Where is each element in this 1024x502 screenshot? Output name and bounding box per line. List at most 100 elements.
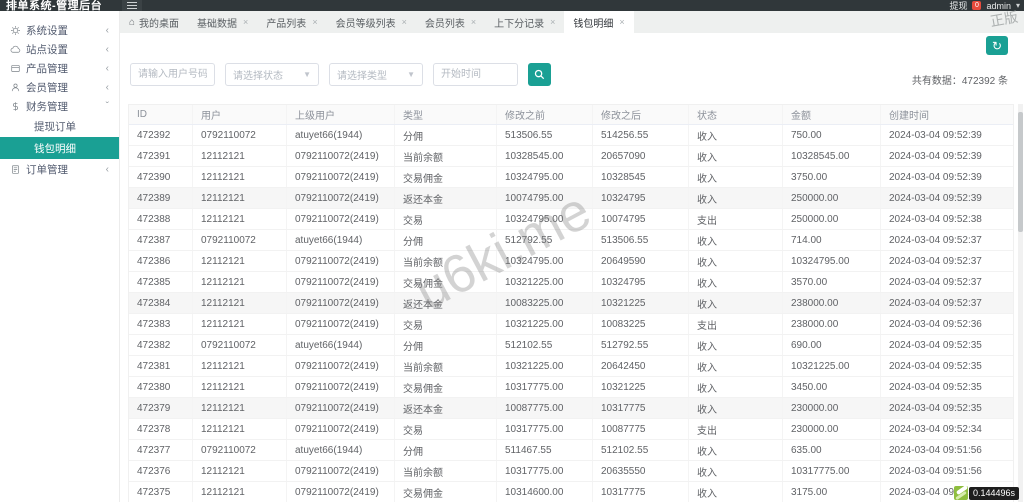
refresh-button[interactable]: ↻: [986, 36, 1008, 55]
table-cell: 238000.00: [783, 314, 881, 334]
table-cell: 238000.00: [783, 293, 881, 313]
close-icon[interactable]: ×: [312, 17, 317, 27]
sidebar-subitem[interactable]: 钱包明细: [0, 137, 119, 159]
close-icon[interactable]: ×: [471, 17, 476, 27]
chevron-left-icon: ‹: [105, 44, 109, 55]
table-row[interactable]: 472382 0792110072 atuyet66(1944) 分佣 512102.5…: [129, 335, 1013, 356]
member-icon: [10, 82, 26, 93]
table-row[interactable]: 472376 12112121 0792110072(2419) 当前余额 103177…: [129, 461, 1013, 482]
table-cell: 交易佣金: [395, 377, 497, 397]
table-cell: 3750.00: [783, 167, 881, 187]
table-cell: 0792110072(2419): [287, 293, 395, 313]
table-cell: 513506.55: [497, 125, 593, 145]
close-icon[interactable]: ×: [550, 17, 555, 27]
table-cell: 收入: [689, 461, 783, 481]
table-cell: 472382: [129, 335, 193, 355]
table-cell: 472385: [129, 272, 193, 292]
table-cell: 当前余额: [395, 461, 497, 481]
sidebar-item-order[interactable]: 订单管理 ‹: [0, 160, 119, 179]
tab-3[interactable]: 产品列表 ×: [257, 11, 326, 33]
table-cell: 2024-03-04 09:52:36: [889, 318, 982, 330]
table-row[interactable]: 472383 12112121 0792110072(2419) 交易 10321225…: [129, 314, 1013, 335]
table-cell: 472389: [129, 188, 193, 208]
main-content: ↻ 请选择状态 ▼ 请选择类型 ▼ 共有数据：472392 条 ID用户上级用户…: [120, 33, 1024, 502]
tab-5[interactable]: 会员列表 ×: [416, 11, 485, 33]
sidebar-item-label: 会员管理: [26, 82, 68, 94]
hamburger-menu-icon[interactable]: [122, 0, 142, 11]
tab-2[interactable]: 基础数据 ×: [188, 11, 257, 33]
sidebar-item-member[interactable]: 会员管理 ‹: [0, 78, 119, 97]
chevron-down-icon: ▾: [1015, 1, 1020, 10]
table-cell: 0792110072(2419): [287, 314, 395, 334]
table-cell: 10317775.00: [497, 377, 593, 397]
debug-toolbar[interactable]: 0.144496s: [953, 486, 1019, 500]
table-row[interactable]: 472375 12112121 0792110072(2419) 交易佣金 103146…: [129, 482, 1013, 502]
table-cell: 10317775.00: [783, 461, 881, 481]
close-icon[interactable]: ×: [402, 17, 407, 27]
table-cell: 10321225: [593, 293, 689, 313]
type-select[interactable]: 请选择类型 ▼: [329, 63, 423, 86]
table-cell: 收入: [689, 482, 783, 502]
tab-4[interactable]: 会员等级列表 ×: [327, 11, 416, 33]
scrollbar-thumb[interactable]: [1018, 112, 1023, 232]
table-cell: 10321225.00: [497, 356, 593, 376]
table-row[interactable]: 472384 12112121 0792110072(2419) 返还本金 100832…: [129, 293, 1013, 314]
table-row[interactable]: 472381 12112121 0792110072(2419) 当前余额 103212…: [129, 356, 1013, 377]
close-icon[interactable]: ×: [243, 17, 248, 27]
status-select[interactable]: 请选择状态 ▼: [225, 63, 319, 86]
table-cell: 10083225: [593, 314, 689, 334]
sidebar-subitem[interactable]: 提现订单: [0, 116, 119, 136]
table-row[interactable]: 472391 12112121 0792110072(2419) 当前余额 103285…: [129, 146, 1013, 167]
table-cell: 收入: [689, 293, 783, 313]
table-row[interactable]: 472379 12112121 0792110072(2419) 返还本金 100877…: [129, 398, 1013, 419]
chevron-left-icon: ‹: [105, 164, 109, 175]
table-cell: 250000.00: [783, 188, 881, 208]
table-body: 472392 0792110072 atuyet66(1944) 分佣 513506.5…: [129, 125, 1013, 502]
table-cell: 2024-03-04 09:52:35: [889, 339, 982, 351]
user-menu[interactable]: admin: [986, 1, 1011, 11]
table-cell: 12112121: [193, 419, 287, 439]
withdraw-badge: 0: [972, 1, 982, 10]
tab-1[interactable]: ⌂ 我的桌面: [120, 11, 188, 33]
table-scrollbar: [1018, 104, 1023, 502]
table-row[interactable]: 472387 0792110072 atuyet66(1944) 分佣 512792.5…: [129, 230, 1013, 251]
table-row[interactable]: 472390 12112121 0792110072(2419) 交易佣金 103247…: [129, 167, 1013, 188]
close-icon[interactable]: ×: [619, 17, 624, 27]
table-cell: 472392: [129, 125, 193, 145]
tab-7[interactable]: 钱包明细 ×: [564, 11, 634, 33]
table-row[interactable]: 472380 12112121 0792110072(2419) 交易佣金 103177…: [129, 377, 1013, 398]
thinkphp-leaf-icon: [953, 486, 968, 500]
table-row[interactable]: 472377 0792110072 atuyet66(1944) 分佣 511467.5…: [129, 440, 1013, 461]
table-cell: 2024-03-04 09:52:35: [889, 360, 982, 372]
user-number-input[interactable]: [130, 63, 215, 86]
table-row[interactable]: 472392 0792110072 atuyet66(1944) 分佣 513506.5…: [129, 125, 1013, 146]
table-cell: 10317775.00: [497, 461, 593, 481]
top-header-bar: 排单系统-管理后台 提现 0 admin ▾: [0, 0, 1024, 12]
table-cell: 512792.55: [497, 230, 593, 250]
table-cell: 支出: [689, 209, 783, 229]
sidebar-item-site[interactable]: 站点设置 ‹: [0, 40, 119, 59]
withdraw-link[interactable]: 提现: [949, 0, 967, 12]
chevron-down-icon: ▼: [303, 70, 311, 79]
sidebar-item-gear[interactable]: 系统设置 ‹: [0, 21, 119, 40]
table-row[interactable]: 472389 12112121 0792110072(2419) 返还本金 100747…: [129, 188, 1013, 209]
table-cell: 10321225.00: [783, 356, 881, 376]
table-cell: 支出: [689, 419, 783, 439]
search-button[interactable]: [528, 63, 551, 86]
table-row[interactable]: 472385 12112121 0792110072(2419) 交易佣金 103212…: [129, 272, 1013, 293]
table-row[interactable]: 472378 12112121 0792110072(2419) 交易 10317775…: [129, 419, 1013, 440]
tab-label: 会员等级列表: [335, 18, 396, 30]
table-cell: 3175.00: [783, 482, 881, 502]
table-cell: 0792110072(2419): [287, 419, 395, 439]
start-time-input[interactable]: [433, 63, 518, 86]
table-row[interactable]: 472388 12112121 0792110072(2419) 交易 10324795…: [129, 209, 1013, 230]
sidebar-item-finance[interactable]: 财务管理 ˇ: [0, 97, 119, 116]
sidebar-item-label: 系统设置: [26, 25, 68, 37]
table-row[interactable]: 472386 12112121 0792110072(2419) 当前余额 103247…: [129, 251, 1013, 272]
tab-6[interactable]: 上下分记录 ×: [485, 11, 564, 33]
sidebar-item-product[interactable]: 产品管理 ‹: [0, 59, 119, 78]
table-cell: 收入: [689, 356, 783, 376]
sidebar-nav: 系统设置 ‹ 站点设置 ‹ 产品管理 ‹ 会员管理 ‹ 财务管理 ˇ 提现订单 钱包明细 订单管理 ‹: [0, 11, 120, 502]
table-cell: 10317775: [593, 482, 689, 502]
column-header: 用户: [193, 105, 287, 124]
